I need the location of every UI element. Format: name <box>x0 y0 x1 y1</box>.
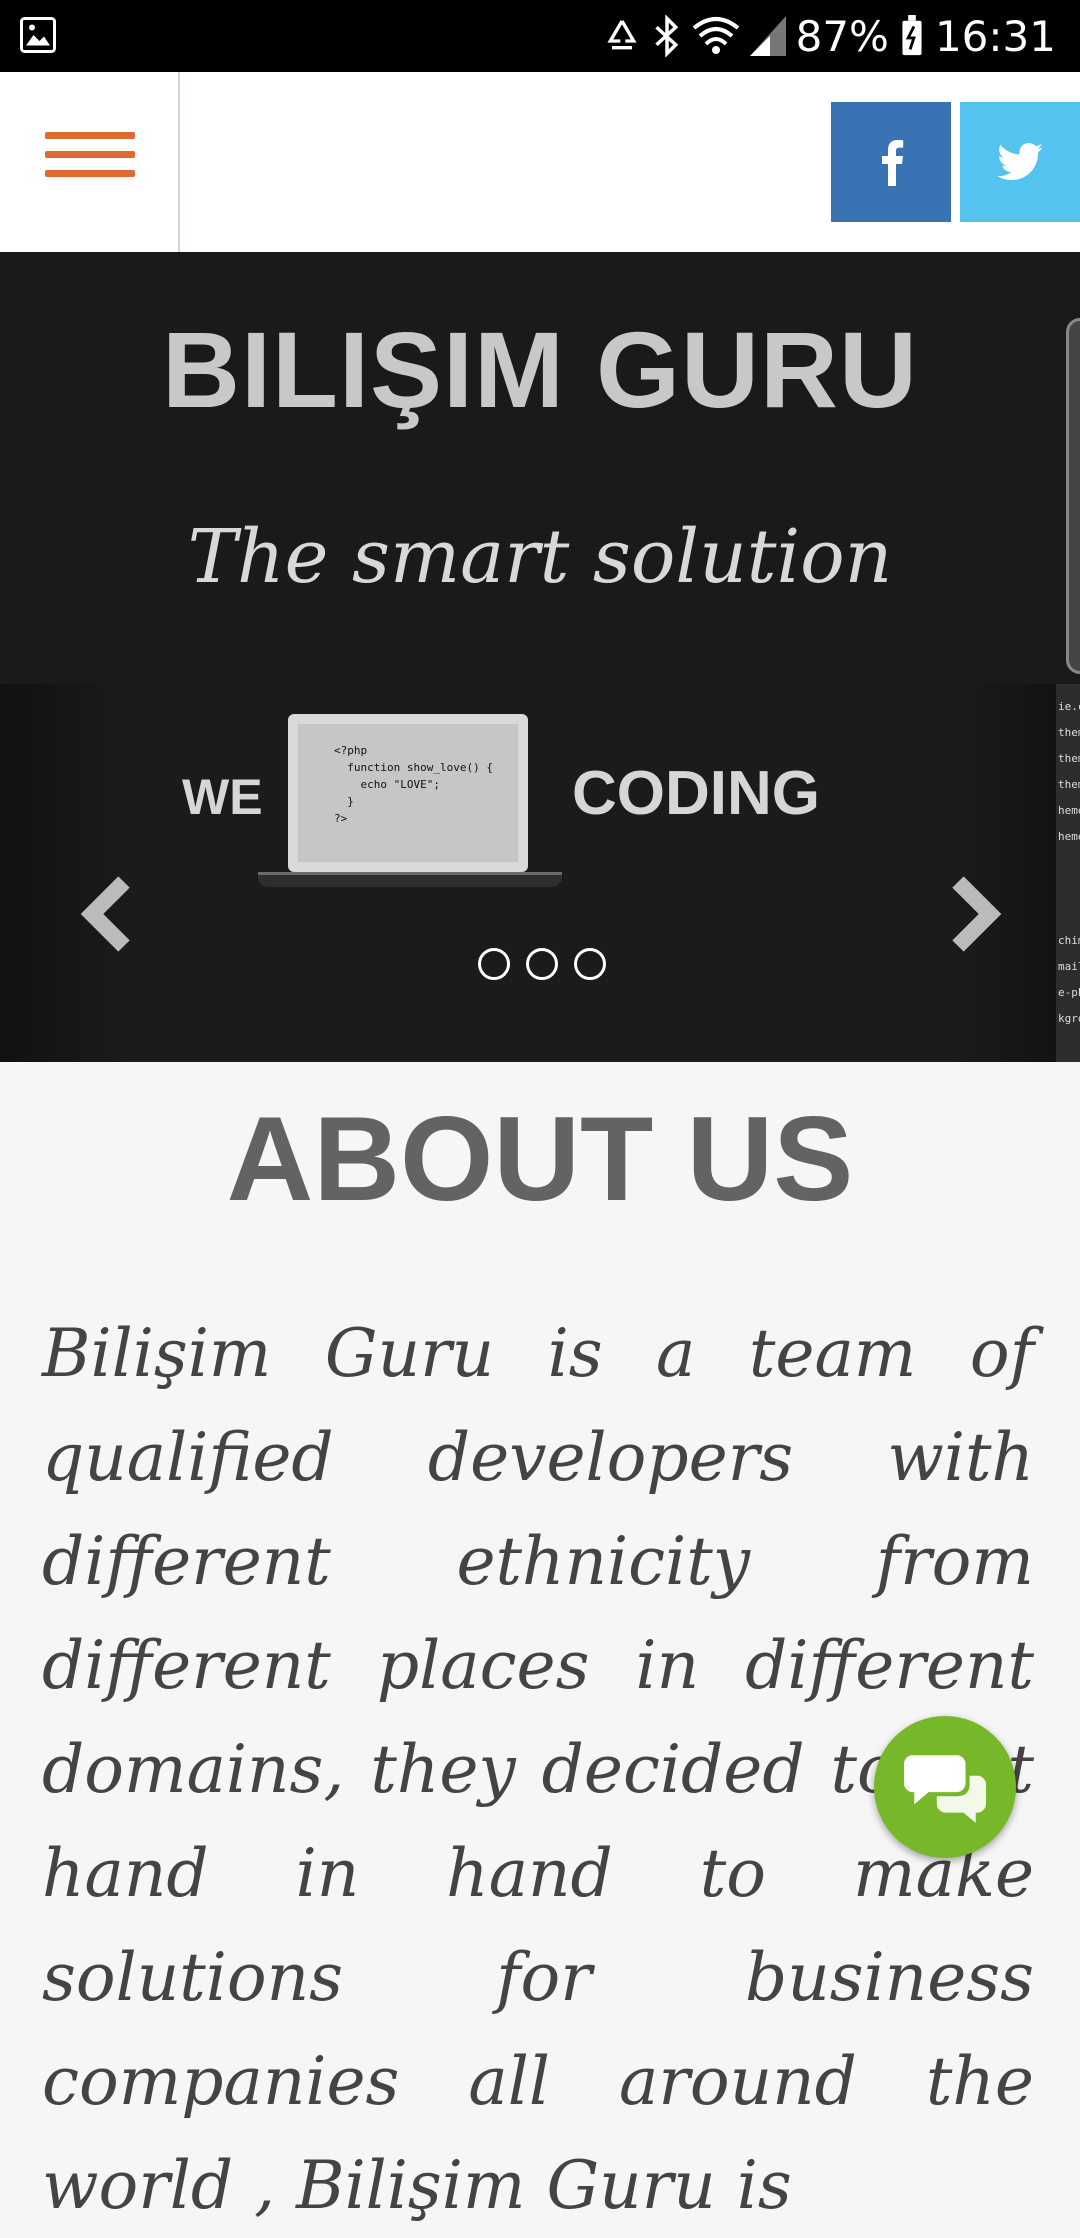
carousel-indicators <box>478 948 606 980</box>
laptop-base <box>258 872 562 887</box>
hamburger-icon <box>45 132 135 139</box>
laptop-screen: <?php function show_love() { echo "LOVE"… <box>288 714 528 872</box>
scrollbar-thumb[interactable] <box>1066 318 1080 674</box>
signal-icon <box>749 16 786 56</box>
slide-word-right: CODING <box>572 759 820 828</box>
hero-section: BILIŞIM GURU The smart solution <box>0 252 1080 684</box>
code-snippet: <?php function show_love() { echo "LOVE"… <box>298 724 518 862</box>
facebook-icon <box>882 140 904 186</box>
tagline: The smart solution <box>187 514 893 600</box>
battery-percent: 87% <box>795 11 889 61</box>
top-nav-bar <box>0 72 1080 252</box>
chevron-left-icon <box>80 876 130 952</box>
side-code-peek: ie.cs them them them heme- heme- chimp m… <box>1056 684 1080 1062</box>
wifi-icon <box>692 17 739 54</box>
hamburger-menu-button[interactable] <box>0 72 180 252</box>
hamburger-icon-bar <box>45 151 135 158</box>
clock: 16:31 <box>934 11 1056 61</box>
laptop-illustration: <?php function show_love() { echo "LOVE"… <box>258 714 562 887</box>
carousel-dot-2[interactable] <box>526 948 558 980</box>
recycle-icon <box>607 20 637 50</box>
bluetooth-icon <box>654 15 678 57</box>
carousel-dot-1[interactable] <box>478 948 510 980</box>
chevron-right-icon <box>952 876 1002 952</box>
chat-bubbles-icon <box>904 1755 986 1823</box>
image-carousel[interactable]: WE <?php function show_love() { echo "LO… <box>0 684 1080 1062</box>
chat-button[interactable] <box>874 1716 1016 1858</box>
twitter-icon <box>997 143 1043 181</box>
facebook-button[interactable] <box>831 102 951 222</box>
status-bar: 87% 16:31 <box>0 0 1080 72</box>
carousel-next-button[interactable] <box>942 874 1002 954</box>
about-heading: ABOUT US <box>226 1092 854 1226</box>
site-title: BILIŞIM GURU <box>162 309 918 430</box>
gallery-icon <box>20 17 56 53</box>
battery-icon <box>902 15 922 56</box>
hamburger-icon-bar <box>45 170 135 177</box>
carousel-prev-button[interactable] <box>80 874 140 954</box>
slide-word-left: WE <box>182 769 263 825</box>
twitter-button[interactable] <box>960 102 1080 222</box>
carousel-dot-3[interactable] <box>574 948 606 980</box>
